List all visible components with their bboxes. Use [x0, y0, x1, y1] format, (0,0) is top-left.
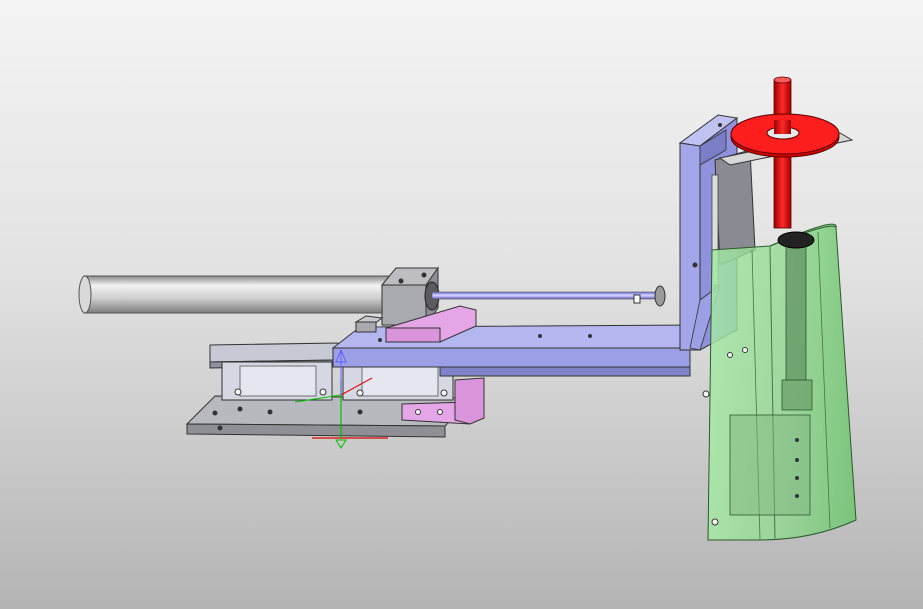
- green-cover[interactable]: [702, 223, 857, 541]
- cad-model-scene[interactable]: [0, 0, 923, 609]
- red-ring-flange[interactable]: [730, 113, 840, 158]
- carriage-block-right[interactable]: [342, 361, 454, 401]
- carriage-block-left[interactable]: [221, 361, 333, 401]
- blue-shaft[interactable]: [431, 285, 666, 307]
- cad-3d-viewport[interactable]: [0, 0, 923, 609]
- cylinder-rod[interactable]: [78, 275, 405, 314]
